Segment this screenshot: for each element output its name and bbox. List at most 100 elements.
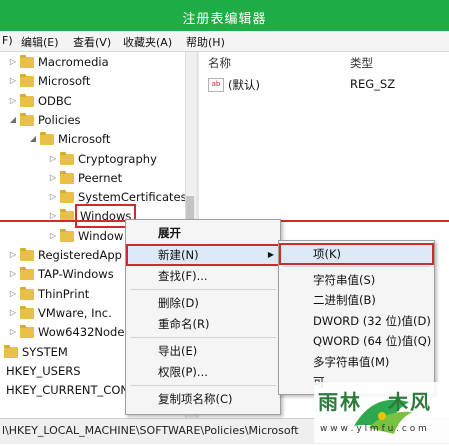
watermark-text-left: 雨林 — [318, 390, 362, 414]
expand-arrow-icon[interactable]: ▷ — [8, 246, 18, 264]
folder-icon — [60, 228, 74, 242]
folder-icon — [20, 267, 34, 281]
tree-node[interactable]: ◢ Policies — [0, 111, 185, 129]
folder-icon — [20, 74, 34, 88]
tree-node-label: Microsoft — [58, 132, 111, 147]
expand-arrow-icon[interactable]: ▷ — [8, 323, 18, 341]
watermark-text-right: 木风 — [388, 390, 432, 414]
expand-arrow-icon[interactable]: ▷ — [8, 304, 18, 322]
folder-icon — [60, 190, 74, 204]
expand-arrow-icon[interactable]: ▷ — [8, 53, 18, 71]
tree-node[interactable]: ▷ Macromedia — [0, 53, 185, 71]
value-type[interactable]: REG_SZ — [350, 77, 395, 91]
tree-node-label: Policies — [38, 112, 81, 127]
tree-node-label: Macromedia — [38, 55, 109, 69]
tree-root-label: SYSTEM — [22, 344, 68, 359]
context-item-label: 重命名(R) — [158, 317, 210, 331]
new-item-label: DWORD (32 位)值(D) — [313, 313, 431, 328]
value-name[interactable]: (默认) — [228, 77, 260, 93]
new-item-label: 项(K) — [313, 247, 342, 261]
menu-item-2[interactable]: 查看(V) — [73, 34, 111, 50]
menu-bar: F) 编辑(E) 查看(V) 收藏夹(A) 帮助(H) — [0, 31, 449, 52]
expand-arrow-icon[interactable]: ▷ — [48, 227, 58, 245]
string-value-icon: ab — [208, 78, 224, 92]
context-item-8[interactable]: 权限(P)... — [126, 361, 280, 383]
folder-icon — [20, 286, 34, 300]
tree-node-label: Peernet — [78, 170, 123, 185]
folder-icon — [20, 325, 34, 339]
tree-node[interactable]: ▷ Peernet — [0, 169, 185, 187]
expand-arrow-icon[interactable]: ▷ — [8, 265, 18, 283]
context-item-2[interactable]: 查找(F)... — [126, 265, 280, 287]
context-item-1[interactable]: 新建(N) ▶ — [126, 243, 280, 266]
tree-node-label: TAP-Windows — [38, 267, 114, 282]
tree-node[interactable]: ▷ Microsoft — [0, 72, 185, 90]
tree-node-label: Cryptography — [78, 151, 157, 166]
new-item-label: 字符串值(S) — [313, 272, 376, 287]
context-item-4[interactable]: 删除(D) — [126, 292, 280, 314]
expand-arrow-icon[interactable]: ▷ — [48, 169, 58, 187]
tree-node-label: Microsoft — [38, 74, 91, 89]
tree-node[interactable]: ▷ Cryptography — [0, 150, 185, 168]
context-item-label: 删除(D) — [158, 295, 199, 310]
expand-arrow-icon[interactable]: ▷ — [48, 207, 58, 225]
tree-node-label: ODBC — [38, 93, 72, 108]
context-item-7[interactable]: 导出(E) — [126, 340, 280, 362]
tree-node-label: Window — [78, 228, 124, 243]
context-item-label: 新建(N) — [158, 247, 199, 262]
menu-separator — [130, 336, 276, 338]
context-item-10[interactable]: 复制项名称(C) — [126, 388, 280, 410]
context-menu: 展开新建(N) ▶ 查找(F)... 删除(D) 重命名(R) 导出(E) 权限(P)...… — [125, 219, 281, 415]
new-item-2[interactable]: 字符串值(S) — [279, 269, 434, 291]
context-item-0[interactable]: 展开 — [126, 222, 280, 244]
collapse-arrow-icon[interactable]: ◢ — [8, 111, 18, 129]
new-item-label: QWORD (64 位)值(Q) — [313, 334, 432, 348]
expand-arrow-icon[interactable]: ▷ — [8, 72, 18, 90]
tree-root-label: HKEY_CURRENT_CON — [6, 383, 129, 398]
context-item-5[interactable]: 重命名(R) — [126, 313, 280, 335]
context-item-label: 导出(E) — [158, 343, 198, 358]
context-item-label: 展开 — [158, 226, 181, 240]
tree-node-label: VMware, Inc. — [38, 305, 112, 320]
menu-separator — [130, 384, 276, 386]
menu-separator — [130, 288, 276, 290]
status-path: l\HKEY_LOCAL_MACHINE\SOFTWARE\Policies\M… — [2, 424, 299, 437]
tree-node-label: ThinPrint — [38, 286, 90, 301]
menu-item-4[interactable]: 帮助(H) — [186, 34, 225, 50]
site-watermark: 雨林 木风 w w w . y l m f u . c o m — [314, 382, 449, 443]
new-item-4[interactable]: DWORD (32 位)值(D) — [279, 310, 434, 332]
new-item-5[interactable]: QWORD (64 位)值(Q) — [279, 330, 434, 352]
context-item-label: 查找(F)... — [158, 269, 208, 283]
expand-arrow-icon[interactable]: ▷ — [8, 285, 18, 303]
folder-icon — [20, 55, 34, 68]
context-item-label: 权限(P)... — [158, 365, 208, 379]
folder-icon — [4, 344, 18, 358]
new-item-label: 二进制值(B) — [313, 293, 376, 307]
new-item-label: 多字符串值(M) — [313, 354, 390, 369]
folder-icon — [20, 305, 34, 319]
window-title: 注册表编辑器 — [182, 12, 267, 27]
column-header-name[interactable]: 名称 — [208, 55, 231, 71]
folder-icon — [40, 132, 54, 146]
menu-item-0[interactable]: F) — [2, 34, 13, 47]
tree-node[interactable]: ◢ Microsoft — [0, 130, 185, 148]
column-header-type[interactable]: 类型 — [350, 55, 373, 71]
tree-root-label: HKEY_USERS — [6, 363, 81, 378]
menu-separator — [283, 265, 430, 267]
folder-icon — [20, 248, 34, 261]
expand-arrow-icon[interactable]: ▷ — [48, 188, 58, 206]
tree-node-label: RegisteredApp — [38, 248, 122, 262]
expand-arrow-icon[interactable]: ▷ — [8, 92, 18, 110]
tree-node[interactable]: ▷ ODBC — [0, 92, 185, 110]
folder-icon — [60, 151, 74, 165]
new-item-6[interactable]: 多字符串值(M) — [279, 351, 434, 373]
menu-item-3[interactable]: 收藏夹(A) — [123, 34, 172, 50]
folder-icon — [60, 170, 74, 184]
new-item-0[interactable]: 项(K) — [279, 243, 434, 265]
expand-arrow-icon[interactable]: ▷ — [48, 150, 58, 168]
menu-item-1[interactable]: 编辑(E) — [21, 34, 59, 50]
new-item-3[interactable]: 二进制值(B) — [279, 289, 434, 311]
folder-icon — [20, 93, 34, 107]
collapse-arrow-icon[interactable]: ◢ — [28, 130, 38, 148]
tree-node[interactable]: ▷ SystemCertificates — [0, 188, 185, 206]
